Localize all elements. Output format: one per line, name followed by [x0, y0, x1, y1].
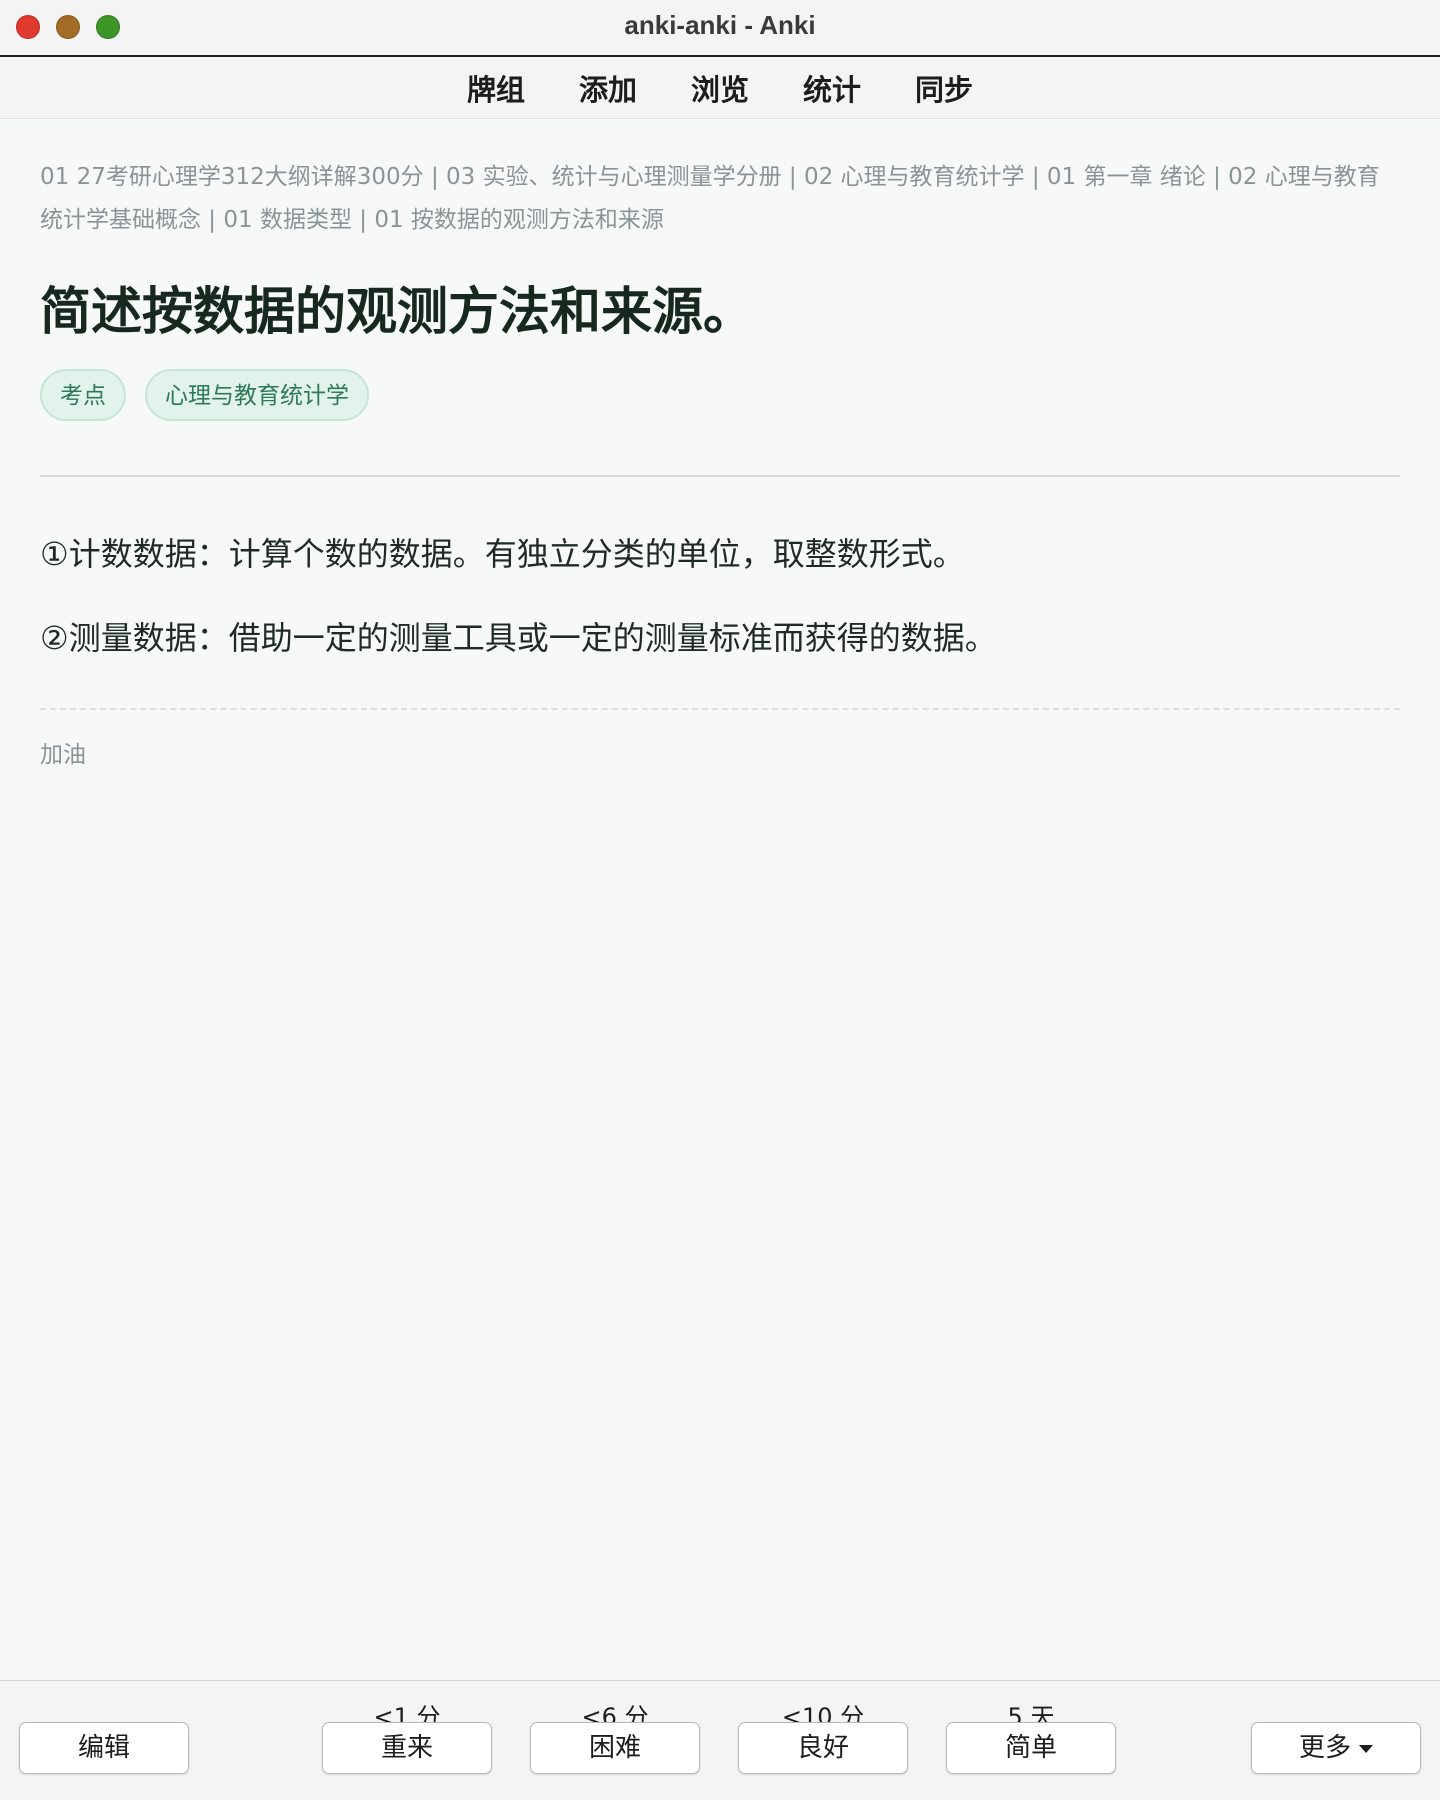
good-button[interactable]: 良好 [738, 1722, 908, 1774]
tag-list: 考点 心理与教育统计学 [40, 369, 369, 421]
toolbar-sync[interactable]: 同步 [888, 67, 1000, 109]
toolbar-browse[interactable]: 浏览 [664, 67, 776, 109]
extra-note: 加油 [40, 742, 86, 768]
card-question: 简述按数据的观测方法和来源。 [40, 283, 755, 342]
deck-path: 01 27考研心理学312大纲详解300分 | 03 实验、统计与心理测量学分册… [40, 164, 1380, 233]
edit-button[interactable]: 编辑 [19, 1722, 189, 1774]
more-button[interactable]: 更多 [1251, 1722, 1421, 1774]
toolbar-stats[interactable]: 统计 [776, 67, 888, 109]
title-bar[interactable]: anki-anki - Anki [0, 0, 1440, 57]
card-content: 01 27考研心理学312大纲详解300分 | 03 实验、统计与心理测量学分册… [40, 118, 1400, 1678]
tag-pill: 心理与教育统计学 [145, 369, 369, 421]
chevron-down-icon [1359, 1744, 1373, 1753]
tag-pill: 考点 [40, 369, 126, 421]
review-bottom-bar: 编辑 <1 分 重来 <6 分 困难 <10 分 良好 5 天 简单 更多 [0, 1680, 1440, 1800]
toolbar-decks[interactable]: 牌组 [440, 67, 552, 109]
anki-window: anki-anki - Anki 牌组 添加 浏览 统计 同步 01 27考研心… [0, 0, 1440, 1800]
answer-line: ①计数数据：计算个数的数据。有独立分类的单位，取整数形式。 [40, 535, 965, 573]
toolbar-add[interactable]: 添加 [552, 67, 664, 109]
main-toolbar: 牌组 添加 浏览 统计 同步 [0, 57, 1440, 119]
answer-divider [40, 475, 1400, 477]
hard-button[interactable]: 困难 [530, 1722, 700, 1774]
again-button[interactable]: 重来 [322, 1722, 492, 1774]
easy-button[interactable]: 简单 [946, 1722, 1116, 1774]
more-button-label: 更多 [1298, 1733, 1351, 1763]
extra-divider [40, 708, 1400, 710]
answer-line: ②测量数据：借助一定的测量工具或一定的测量标准而获得的数据。 [40, 619, 997, 657]
window-title: anki-anki - Anki [624, 10, 816, 40]
